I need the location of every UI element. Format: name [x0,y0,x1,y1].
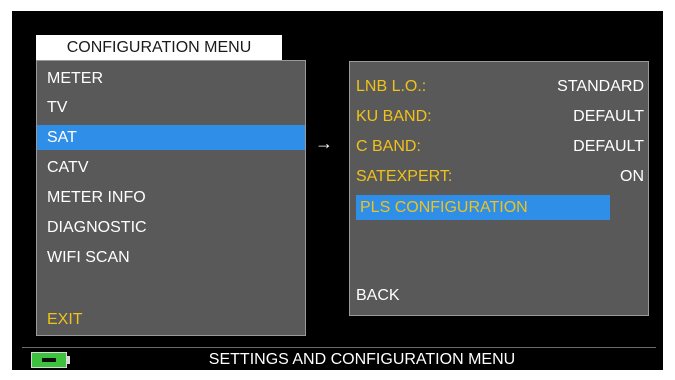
submenu-label: PLS CONFIGURATION [360,199,528,216]
configuration-menu: METER TV SAT CATV METER INFO DIAGNOSTIC … [36,60,306,336]
submenu-row-ku-band[interactable]: KU BAND: DEFAULT [356,104,644,129]
submenu-label: KU BAND: [356,108,432,125]
sat-submenu: LNB L.O.: STANDARD KU BAND: DEFAULT C BA… [349,61,649,316]
menu-item-meter[interactable]: METER [43,66,303,91]
status-bar: SETTINGS AND CONFIGURATION MENU [22,347,656,370]
submenu-label: C BAND: [356,138,421,155]
menu-item-meter-info[interactable]: METER INFO [43,185,303,210]
device-screen: CONFIGURATION MENU METER TV SAT CATV MET… [12,11,663,370]
exit-button[interactable]: EXIT [43,307,303,332]
submenu-value: STANDARD [557,78,644,95]
menu-item-tv[interactable]: TV [43,95,303,120]
status-text: SETTINGS AND CONFIGURATION MENU [208,351,516,368]
submenu-value: ON [620,168,644,185]
back-label: BACK [356,287,400,304]
submenu-label: SATEXPERT: [356,168,453,185]
submenu-value: DEFAULT [573,138,644,155]
submenu-value: DEFAULT [573,108,644,125]
menu-title: CONFIGURATION MENU [36,35,282,60]
battery-tip [67,356,70,364]
submenu-row-lnb-lo[interactable]: LNB L.O.: STANDARD [356,74,644,99]
menu-item-wifi-scan[interactable]: WIFI SCAN [43,245,303,270]
battery-charging-icon [31,352,67,368]
submenu-row-c-band[interactable]: C BAND: DEFAULT [356,134,644,159]
submenu-row-satexpert[interactable]: SATEXPERT: ON [356,164,644,189]
submenu-label: LNB L.O.: [356,78,427,95]
submenu-row-pls-configuration[interactable]: PLS CONFIGURATION [356,195,610,220]
menu-item-catv[interactable]: CATV [43,155,303,180]
back-button[interactable]: BACK [356,283,644,308]
menu-item-sat[interactable]: SAT [37,125,305,150]
menu-item-diagnostic[interactable]: DIAGNOSTIC [43,215,303,240]
arrow-right-icon: → [315,133,333,153]
